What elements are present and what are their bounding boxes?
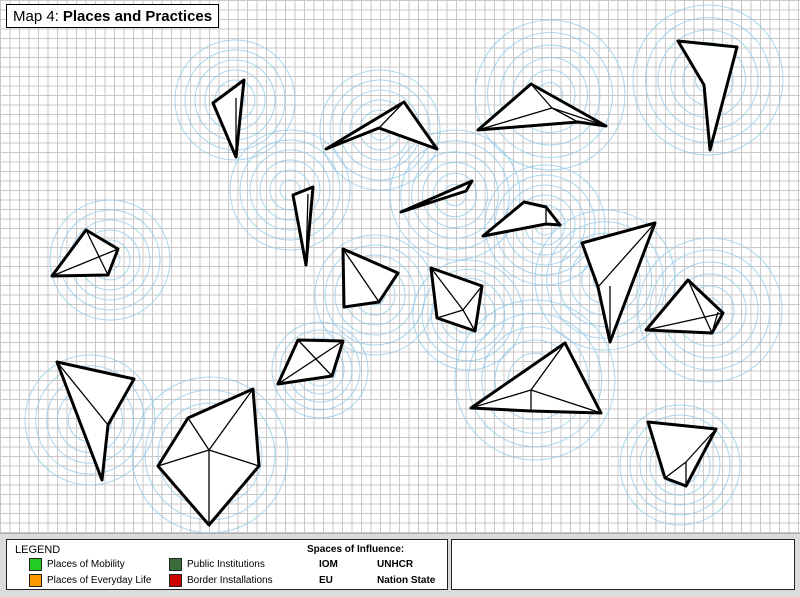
map-title: Map 4: Places and Practices — [6, 4, 220, 28]
place-shape[interactable] — [646, 420, 718, 488]
legend-swatch-mobility — [29, 558, 42, 571]
legend-swatch-public-institutions — [169, 558, 182, 571]
place-shape[interactable] — [50, 228, 120, 278]
spaces-of-influence-title: Spaces of Influence: — [307, 544, 405, 555]
bottom-panel: LEGEND Places of Mobility Places of Ever… — [0, 533, 800, 597]
place-shape-outline[interactable] — [481, 200, 562, 238]
space-unhcr[interactable]: UNHCR — [377, 559, 413, 570]
space-iom[interactable]: IOM — [319, 559, 338, 570]
info-panel — [451, 539, 795, 590]
map-title-prefix: Map 4: — [13, 7, 59, 25]
place-shape[interactable] — [644, 278, 725, 335]
place-shape[interactable] — [291, 185, 315, 267]
place-shape-outline[interactable] — [291, 185, 315, 267]
legend-item-places-of-mobility[interactable]: Places of Mobility — [29, 558, 125, 571]
place-shape[interactable] — [211, 78, 246, 159]
place-shape[interactable] — [156, 387, 261, 527]
legend-item-border-installations[interactable]: Border Installations — [169, 574, 273, 587]
legend-title: LEGEND — [15, 544, 61, 556]
place-shape[interactable] — [481, 200, 562, 238]
legend-swatch-border-installations — [169, 574, 182, 587]
place-shape-outline[interactable] — [211, 78, 246, 159]
legend-item-public-institutions[interactable]: Public Institutions — [169, 558, 265, 571]
legend-label: Places of Mobility — [47, 559, 125, 570]
place-shape-outline[interactable] — [646, 420, 718, 488]
legend-item-places-of-everyday-life[interactable]: Places of Everyday Life — [29, 574, 152, 587]
space-nation-state[interactable]: Nation State — [377, 575, 435, 586]
map-canvas[interactable] — [0, 0, 800, 533]
legend-label: Places of Everyday Life — [47, 575, 152, 586]
place-shape[interactable] — [429, 266, 484, 333]
legend: LEGEND Places of Mobility Places of Ever… — [6, 539, 448, 590]
map-shapes-layer — [24, 4, 784, 533]
space-eu[interactable]: EU — [319, 575, 333, 586]
legend-swatch-everyday-life — [29, 574, 42, 587]
map-title-main: Places and Practices — [62, 7, 213, 25]
legend-label: Public Institutions — [187, 559, 265, 570]
place-shape[interactable] — [324, 100, 439, 151]
place-shape-outline[interactable] — [644, 278, 725, 335]
legend-label: Border Installations — [187, 575, 273, 586]
